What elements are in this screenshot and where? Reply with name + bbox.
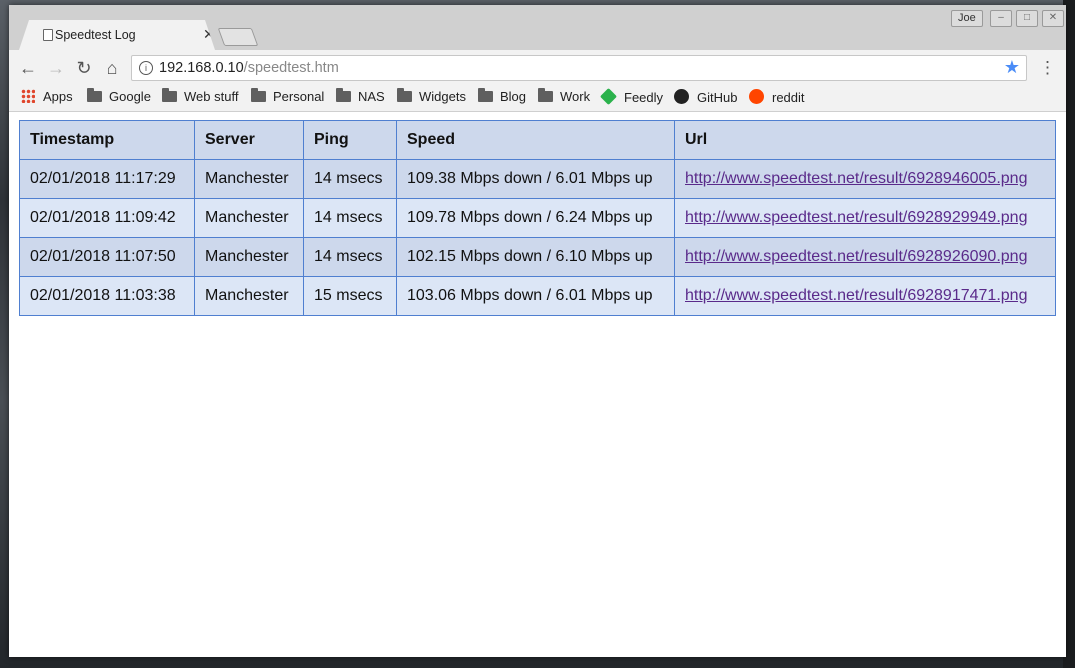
ping-cell: 14 msecs — [303, 237, 397, 277]
result-link[interactable]: http://www.speedtest.net/result/69289174… — [685, 287, 1027, 304]
profile-button[interactable]: Joe — [951, 10, 983, 27]
table-row: 02/01/2018 11:07:50 Manchester 14 msecs … — [19, 237, 1056, 277]
folder-icon — [336, 88, 351, 102]
close-window-button[interactable]: ✕ — [1042, 10, 1064, 27]
bookmark-label: Work — [560, 89, 591, 104]
minimize-button[interactable]: – — [990, 10, 1012, 27]
column-header: Server — [194, 120, 304, 160]
menu-icon[interactable]: ⋮ — [1039, 58, 1056, 78]
table-row: 02/01/2018 11:09:42 Manchester 14 msecs … — [19, 198, 1056, 238]
bookmark-github[interactable]: GitHub — [674, 89, 737, 107]
column-header: Timestamp — [19, 120, 195, 160]
new-tab-button[interactable] — [217, 28, 259, 46]
forward-arrow-icon[interactable]: → — [45, 58, 67, 80]
bookmark-feedly[interactable]: Feedly — [600, 88, 664, 107]
server-cell: Manchester — [194, 159, 304, 199]
reload-icon[interactable]: ↻ — [73, 58, 95, 80]
result-link[interactable]: http://www.speedtest.net/result/69289299… — [685, 209, 1027, 226]
bookmark-apps[interactable]: Apps — [21, 89, 73, 107]
folder-icon — [538, 88, 553, 102]
speed-cell: 109.38 Mbps down / 6.01 Mbps up — [396, 159, 675, 199]
bookmark-label: Widgets — [419, 89, 466, 104]
bookmark-reddit[interactable]: reddit — [749, 89, 805, 107]
result-link[interactable]: http://www.speedtest.net/result/69289460… — [685, 170, 1027, 187]
maximize-button[interactable]: □ — [1016, 10, 1038, 27]
bookmark-personal[interactable]: Personal — [251, 88, 325, 107]
bookmark-label: Blog — [500, 89, 527, 104]
address-bar[interactable]: i 192.168.0.10/speedtest.htm ★ — [131, 55, 1027, 81]
timestamp-cell: 02/01/2018 11:03:38 — [19, 276, 195, 316]
ping-cell: 14 msecs — [303, 159, 397, 199]
bookmark-star-icon[interactable]: ★ — [1004, 57, 1020, 78]
timestamp-cell: 02/01/2018 11:09:42 — [19, 198, 195, 238]
bookmark-nas[interactable]: NAS — [336, 88, 385, 107]
bookmark-label: GitHub — [697, 90, 738, 105]
url-cell: http://www.speedtest.net/result/69289174… — [674, 276, 1056, 316]
bookmark-web-stuff[interactable]: Web stuff — [162, 88, 239, 107]
github-icon — [674, 89, 689, 104]
table-row: 02/01/2018 11:03:38 Manchester 15 msecs … — [19, 276, 1056, 316]
url-path: /speedtest.htm — [243, 60, 339, 76]
folder-icon — [162, 88, 177, 102]
browser-window: Speedtest Log ✕ Joe – □ ✕ ← → ↻ ⌂ i 192.… — [9, 5, 1066, 657]
url-cell: http://www.speedtest.net/result/69289460… — [674, 159, 1056, 199]
bookmark-label: Personal — [273, 89, 325, 104]
folder-icon — [397, 88, 412, 102]
bookmark-label: Web stuff — [184, 89, 239, 104]
speed-cell: 102.15 Mbps down / 6.10 Mbps up — [396, 237, 675, 277]
title-bar: Speedtest Log ✕ Joe – □ ✕ — [9, 5, 1066, 50]
timestamp-cell: 02/01/2018 11:07:50 — [19, 237, 195, 277]
speed-cell: 109.78 Mbps down / 6.24 Mbps up — [396, 198, 675, 238]
bookmark-label: Feedly — [624, 90, 664, 105]
toolbar: ← → ↻ ⌂ i 192.168.0.10/speedtest.htm ★ ⋮ — [9, 50, 1066, 85]
bookmarks-bar: Apps Google Web stuff Personal NAS Widge… — [9, 85, 1066, 112]
url-cell: http://www.speedtest.net/result/69289299… — [674, 198, 1056, 238]
column-header: Ping — [303, 120, 397, 160]
bookmark-google[interactable]: Google — [87, 88, 151, 107]
close-icon[interactable]: ✕ — [203, 26, 215, 43]
info-icon[interactable]: i — [139, 61, 153, 75]
column-header: Speed — [396, 120, 675, 160]
tab-speedtest-log[interactable]: Speedtest Log ✕ — [19, 20, 215, 50]
bookmark-label: NAS — [358, 89, 385, 104]
page-content: Timestamp Server Ping Speed Url 02/01/20… — [9, 112, 1066, 657]
bookmark-label: reddit — [772, 90, 805, 105]
back-arrow-icon[interactable]: ← — [17, 58, 39, 80]
bookmark-blog[interactable]: Blog — [478, 88, 527, 107]
apps-grid-icon — [21, 89, 35, 103]
folder-icon — [87, 88, 102, 102]
folder-icon — [251, 88, 266, 102]
bookmark-work[interactable]: Work — [538, 88, 591, 107]
result-link[interactable]: http://www.speedtest.net/result/69289260… — [685, 248, 1027, 265]
bookmark-label: Apps — [43, 89, 73, 104]
feedly-icon — [600, 88, 617, 105]
bookmark-widgets[interactable]: Widgets — [397, 88, 466, 107]
table-row: 02/01/2018 11:17:29 Manchester 14 msecs … — [19, 159, 1056, 199]
ping-cell: 15 msecs — [303, 276, 397, 316]
bookmark-label: Google — [109, 89, 151, 104]
url-cell: http://www.speedtest.net/result/69289260… — [674, 237, 1056, 277]
speed-cell: 103.06 Mbps down / 6.01 Mbps up — [396, 276, 675, 316]
table-header-row: Timestamp Server Ping Speed Url — [19, 120, 1056, 160]
server-cell: Manchester — [194, 237, 304, 277]
page-icon — [43, 29, 53, 41]
url-host: 192.168.0.10 — [159, 60, 244, 76]
server-cell: Manchester — [194, 276, 304, 316]
home-icon[interactable]: ⌂ — [101, 58, 123, 80]
speedtest-table: Timestamp Server Ping Speed Url 02/01/20… — [19, 120, 1056, 316]
timestamp-cell: 02/01/2018 11:17:29 — [19, 159, 195, 199]
column-header: Url — [674, 120, 1056, 160]
folder-icon — [478, 88, 493, 102]
reddit-icon — [749, 89, 764, 104]
ping-cell: 14 msecs — [303, 198, 397, 238]
server-cell: Manchester — [194, 198, 304, 238]
url-text: 192.168.0.10/speedtest.htm — [159, 60, 339, 76]
tab-title: Speedtest Log — [55, 28, 136, 42]
